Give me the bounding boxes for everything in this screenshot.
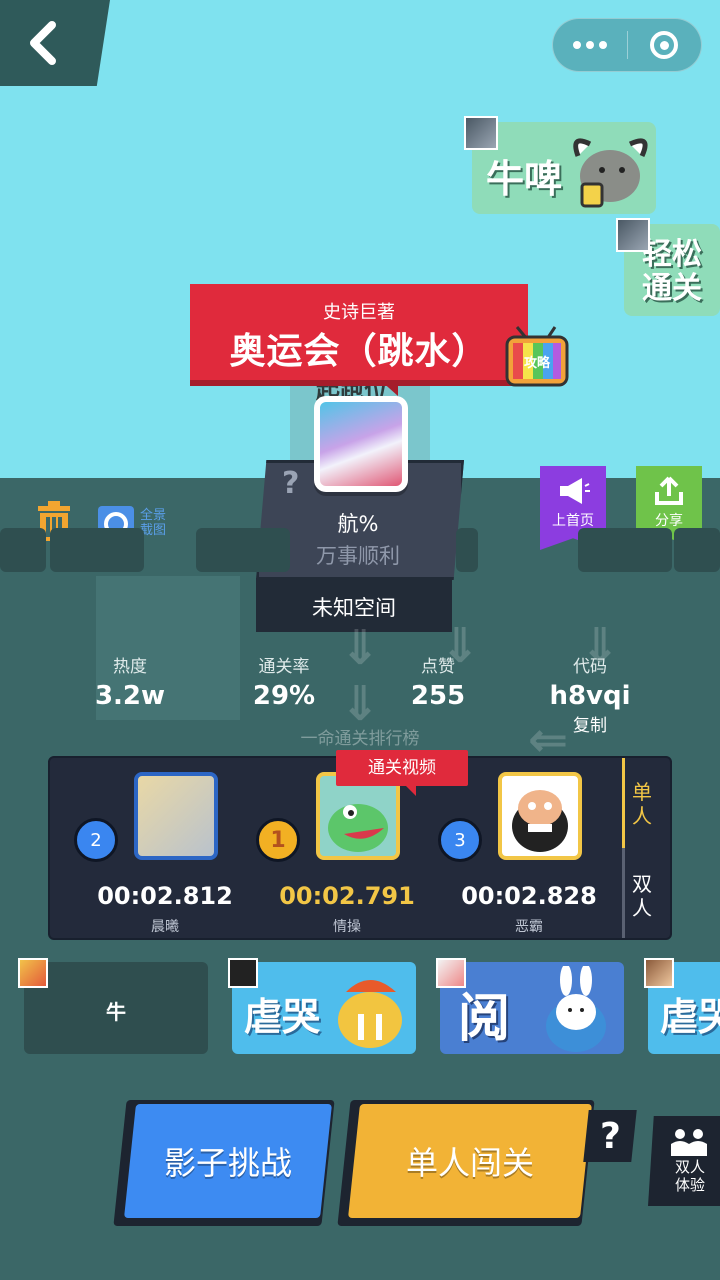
player-name: 恶霸 <box>515 919 543 935</box>
level-tag[interactable]: 牛 <box>24 962 208 1054</box>
road-block <box>578 528 672 572</box>
close-mini-program-button[interactable] <box>628 19 701 71</box>
level-tag-text: 虐哭 <box>244 995 321 1039</box>
likes-label: 点赞 <box>421 657 455 677</box>
help-button[interactable]: ? <box>583 1110 637 1162</box>
green-dino-icon <box>328 804 388 852</box>
share-upload-icon <box>655 476 683 505</box>
creator-avatar <box>18 958 48 988</box>
shadow-challenge-button[interactable]: 影子挑战 <box>124 1104 332 1218</box>
pass-rate-stat: 通关率 29% <box>242 652 326 711</box>
rank-badge: 2 <box>74 818 118 862</box>
code-value: h8vqi <box>549 681 631 711</box>
share-flag-label: 分享 <box>655 513 683 529</box>
road-block <box>196 528 290 572</box>
duo-experience-label: 双人 体验 <box>674 1158 705 1194</box>
creator-avatar <box>436 958 466 988</box>
leaderboard-title: 一命通关排行榜 <box>300 729 420 749</box>
code-label: 代码 <box>573 657 607 677</box>
chevron-left-icon <box>30 21 56 65</box>
two-people-icon <box>671 1129 707 1156</box>
likes-value: 255 <box>410 681 466 711</box>
level-creator-avatar[interactable] <box>314 396 408 492</box>
level-tag-text: 虐哭 <box>660 995 720 1039</box>
avatar-image <box>320 402 402 486</box>
level-space: 未知空间 <box>312 596 396 620</box>
road-block <box>456 528 478 572</box>
record-time: 00:02.828 <box>461 882 597 910</box>
road-block <box>50 528 144 572</box>
heat-stat: 热度 3.2w <box>90 652 170 711</box>
duo-experience-button[interactable]: 双人 体验 <box>648 1116 720 1206</box>
level-title: 奥运会（跳水） <box>229 331 489 372</box>
leaderboard-entry[interactable]: 3 00:02.828 恶霸 <box>414 772 597 935</box>
bunny-mascot-icon <box>546 966 606 1052</box>
tab-indicator <box>622 758 625 848</box>
mode-tabs: 单人 双人 <box>622 758 670 938</box>
sky-tag-text: 轻松通关 <box>642 237 702 306</box>
rank-badge: 1 <box>256 818 300 862</box>
road-block <box>674 528 720 572</box>
bull-mascot-icon <box>573 138 648 208</box>
mini-program-capsule <box>552 18 702 72</box>
tv-guide-label: 攻略 <box>524 355 551 371</box>
sky-tag-text: 牛啤 <box>486 157 563 201</box>
banner-tail <box>380 380 398 396</box>
likes-stat[interactable]: 点赞 255 <box>396 652 480 711</box>
pass-rate-value: 29% <box>252 681 316 711</box>
creator-avatar <box>644 958 674 988</box>
pass-rate-label: 通关率 <box>258 657 310 677</box>
creator-avatar <box>616 218 650 252</box>
rank-badge: 3 <box>438 818 482 862</box>
level-tag[interactable]: 虐哭 <box>232 962 416 1054</box>
megaphone-icon <box>560 478 590 504</box>
down-arrow-icon: ⇓ <box>340 620 381 676</box>
sky-tag-card[interactable]: 牛啤 <box>472 122 656 214</box>
single-play-label: 单人闯关 <box>405 1144 534 1182</box>
heat-value: 3.2w <box>94 681 166 711</box>
road-block <box>0 528 46 572</box>
crying-duck-icon <box>338 980 402 1048</box>
level-tag[interactable]: 阅 <box>440 962 624 1054</box>
player-avatar <box>134 772 218 860</box>
creator-avatar <box>464 116 498 150</box>
bearded-face-icon <box>512 790 568 852</box>
clear-video-button[interactable]: 通关视频 <box>336 750 468 796</box>
tab-single[interactable]: 单人 <box>632 780 658 828</box>
tab-double[interactable]: 双人 <box>632 872 658 920</box>
level-subtitle: 史诗巨著 <box>323 302 395 323</box>
back-button[interactable] <box>0 0 110 86</box>
leaderboard-entry[interactable]: 2 00:02.812 晨曦 <box>50 772 233 935</box>
heat-label: 热度 <box>113 657 147 677</box>
shadow-challenge-label: 影子挑战 <box>163 1144 292 1182</box>
level-title-banner: 史诗巨著 奥运会（跳水） <box>190 284 528 380</box>
single-play-button[interactable]: 单人闯关 <box>348 1104 592 1218</box>
more-dots-icon[interactable] <box>553 19 627 71</box>
player-avatar <box>498 772 582 860</box>
level-tag-text: 牛 <box>106 1000 126 1024</box>
tv-guide-icon[interactable]: 攻略 <box>503 325 571 391</box>
target-circle-icon <box>650 31 679 59</box>
creator-avatar <box>228 958 258 988</box>
leaderboard-entry[interactable]: 1 00:02.791 情操 <box>232 772 415 935</box>
home-flag-label: 上首页 <box>552 513 594 529</box>
help-question-icon: ? <box>599 1115 621 1157</box>
help-question-mark[interactable]: ? <box>282 466 299 501</box>
